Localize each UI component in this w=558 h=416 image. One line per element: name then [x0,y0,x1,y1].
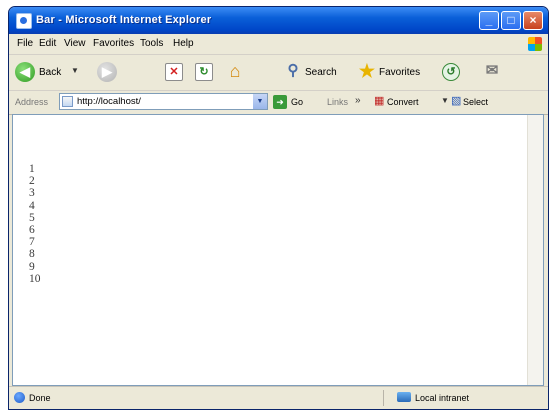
favorites-star-icon[interactable]: ★ [358,62,376,81]
select-icon[interactable]: ▧ [451,94,461,107]
title-bar[interactable]: Bar - Microsoft Internet Explorer _ □ × [9,7,548,34]
favorites-button-label[interactable]: Favorites [379,67,420,78]
go-button[interactable]: Go [291,97,303,107]
page-content[interactable]: 1 2 3 4 5 6 7 8 9 10 [12,114,544,386]
list-item: 1 [29,163,35,175]
chevron-right-icon[interactable]: » [355,95,361,106]
list-item: 5 [29,211,35,224]
list-item: 2 [29,175,35,188]
search-button-label[interactable]: Search [305,67,337,78]
window-title: Bar - Microsoft Internet Explorer [36,14,212,26]
list-item: 4 [29,199,35,212]
address-dropdown-icon[interactable]: ▼ [253,94,267,109]
mail-icon[interactable]: ✉ [483,63,501,81]
toolbar: ◀ Back ▼ ▶ ✕ ↻ ⌂ ⚲ Search ★ Favorites ↺ … [9,54,548,91]
back-dropdown-icon[interactable]: ▼ [71,66,79,75]
ie-page-icon [14,392,25,403]
convert-icon[interactable]: ▦ [374,94,384,107]
windows-logo-icon [528,37,542,51]
convert-dropdown-icon[interactable]: ▼ [441,96,449,105]
vertical-scrollbar[interactable] [527,115,543,385]
ie-icon [16,13,32,29]
go-arrow-icon[interactable]: ➜ [273,95,287,109]
menu-tools[interactable]: Tools [140,38,163,49]
address-bar: Address http://localhost/ ▼ ➜ Go Links »… [9,90,548,115]
back-button-label[interactable]: Back [39,67,61,78]
list-item: 7 [29,236,35,249]
maximize-button[interactable]: □ [501,11,521,30]
minimize-button[interactable]: _ [479,11,499,30]
menu-favorites[interactable]: Favorites [93,38,134,49]
security-zone: Local intranet [415,393,470,403]
address-label: Address [15,97,49,107]
back-arrow-icon[interactable]: ◀ [15,62,35,82]
list-item: 8 [29,248,35,261]
status-divider [383,390,384,406]
home-icon[interactable]: ⌂ [226,62,244,81]
menu-help[interactable]: Help [173,38,194,49]
list-item: 3 [29,187,35,200]
address-url[interactable]: http://localhost/ [77,96,141,107]
links-label[interactable]: Links [327,97,348,107]
numbered-list: 1 2 3 4 5 6 7 8 9 10 [29,163,41,285]
browser-window: Bar - Microsoft Internet Explorer _ □ × … [8,6,549,410]
forward-arrow-icon[interactable]: ▶ [97,62,117,82]
status-bar: Done Local intranet [9,386,548,409]
intranet-zone-icon [397,392,411,402]
menu-bar: File Edit View Favorites Tools Help [9,34,548,55]
select-button[interactable]: Select [463,97,488,107]
list-item: 9 [29,260,35,273]
convert-button[interactable]: Convert [387,97,419,107]
list-item: 6 [29,224,35,237]
list-item: 10 [29,272,41,285]
menu-edit[interactable]: Edit [39,38,56,49]
search-icon[interactable]: ⚲ [284,63,302,81]
status-text: Done [29,393,51,403]
stop-icon[interactable]: ✕ [165,63,183,81]
menu-file[interactable]: File [17,38,33,49]
page-icon [62,96,73,107]
address-input[interactable]: http://localhost/ ▼ [59,93,268,110]
history-icon[interactable]: ↺ [442,63,460,81]
menu-view[interactable]: View [64,38,86,49]
close-button[interactable]: × [523,11,543,30]
refresh-icon[interactable]: ↻ [195,63,213,81]
